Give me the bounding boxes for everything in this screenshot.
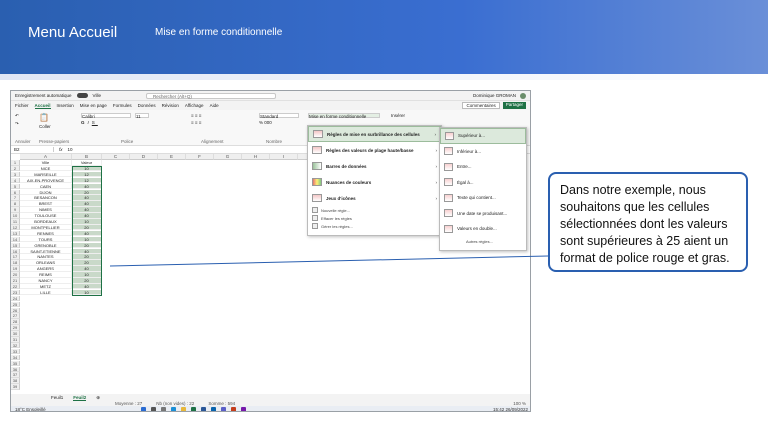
callout-line [109,255,549,267]
callout-box: Dans notre exemple, nous souhaitons que … [548,172,748,272]
